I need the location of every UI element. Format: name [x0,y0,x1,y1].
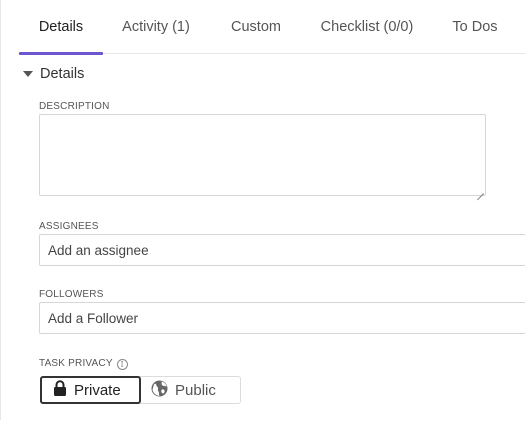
private-option-button[interactable]: Private [40,376,141,404]
followers-label: FOLLOWERS [39,289,104,300]
public-option-button[interactable]: Public [141,376,241,404]
caret-down-icon [23,71,33,77]
assignee-input[interactable]: Add an assignee [39,234,525,266]
description-label: DESCRIPTION [39,101,110,112]
task-details-panel: Details Activity (1) Custom Checklist (0… [0,0,525,420]
section-title: Details [40,66,85,82]
description-textarea[interactable] [39,114,486,196]
task-privacy-label-text: TASK PRIVACY [39,358,113,369]
private-option-label: Private [74,381,121,399]
assignee-placeholder: Add an assignee [48,242,149,258]
resize-handle-icon[interactable] [476,186,484,194]
task-privacy-label: TASK PRIVACY i [39,358,128,370]
tab-custom[interactable]: Custom [221,0,291,54]
lock-icon [53,380,67,400]
globe-icon [151,380,168,401]
follower-placeholder: Add a Follower [48,310,139,326]
tab-to-dos[interactable]: To Dos [448,0,502,54]
tab-checklist[interactable]: Checklist (0/0) [315,0,419,54]
assignees-label: ASSIGNEES [39,221,99,232]
info-icon[interactable]: i [116,359,128,370]
tab-details[interactable]: Details [19,0,103,55]
tab-bar: Details Activity (1) Custom Checklist (0… [18,0,525,55]
follower-input[interactable]: Add a Follower [39,302,525,334]
details-section-toggle[interactable]: Details [23,65,84,83]
public-option-label: Public [175,381,216,399]
privacy-toggle: Private Public [40,376,241,404]
tab-activity[interactable]: Activity (1) [114,0,198,54]
